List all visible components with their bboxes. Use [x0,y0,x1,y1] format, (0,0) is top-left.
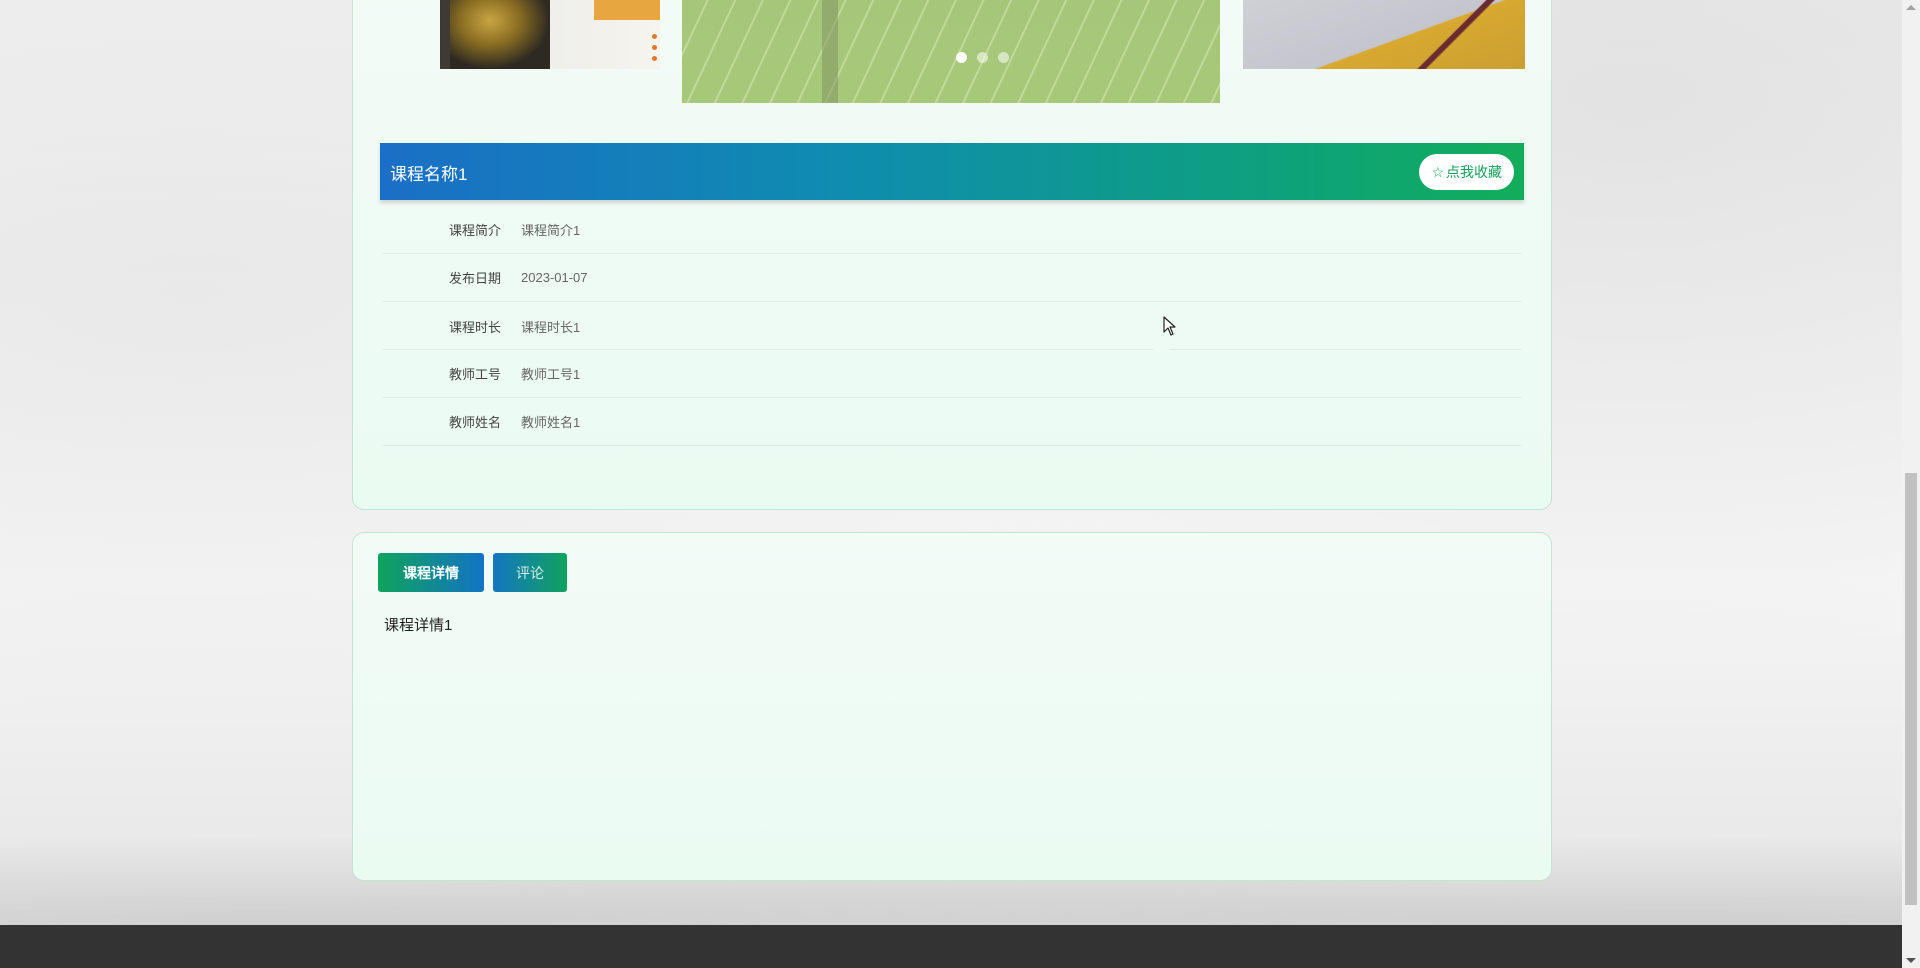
carousel-dot-3[interactable] [998,52,1009,63]
tab-course-detail[interactable]: 课程详情 [378,553,484,592]
info-row-date: 发布日期 2023-01-07 [383,254,1521,302]
carousel-slide-prev[interactable] [440,0,660,69]
scroll-up-arrow-icon[interactable] [1906,5,1916,10]
star-outline-icon: ☆ [1431,163,1444,180]
book-cover-band [594,0,660,20]
info-label: 课程时长 [448,319,501,335]
book-cover-stripe [1385,0,1525,69]
course-header-bar: 课程名称1 ☆ 点我收藏 [380,143,1524,200]
carousel-dot-2[interactable] [977,52,988,63]
mouse-pointer-icon [1163,316,1176,336]
info-row-teacher-id: 教师工号 教师工号1 [383,350,1521,398]
course-detail-content: 课程详情1 [384,617,453,634]
book-spine [822,0,838,103]
carousel-dot-1[interactable] [956,52,967,63]
info-value: 教师姓名1 [521,415,581,430]
info-row-teacher-name: 教师姓名 教师姓名1 [383,398,1521,446]
info-label: 教师工号 [448,367,501,382]
info-value: 课程简介1 [521,223,581,238]
book-cover-art [450,0,550,69]
scrollbar-thumb[interactable] [1905,473,1917,905]
page-footer [0,925,1902,968]
info-value: 2023-01-07 [521,270,588,285]
vertical-scrollbar[interactable] [1902,0,1920,968]
info-row-intro: 课程简介 课程简介1 [383,206,1521,254]
scroll-down-arrow-icon[interactable] [1906,958,1916,963]
info-label: 课程简介 [448,223,501,238]
carousel-slide-next[interactable] [1243,0,1525,69]
detail-tabs: 课程详情 评论 [378,553,567,592]
info-value: 课程时长1 [521,319,581,335]
favorite-button[interactable]: ☆ 点我收藏 [1419,154,1514,190]
favorite-label: 点我收藏 [1446,164,1502,180]
book-cover-dots [652,34,657,67]
course-info-list: 课程简介 课程简介1 发布日期 2023-01-07 课程时长 课程时长1 教师… [383,206,1521,446]
info-label: 发布日期 [448,271,501,286]
course-title: 课程名称1 [390,165,468,184]
carousel-indicators [956,52,1009,63]
info-row-duration: 课程时长 课程时长1 [383,302,1521,350]
carousel-slide-active[interactable] [682,0,1220,103]
tab-comments[interactable]: 评论 [493,553,567,592]
info-label: 教师姓名 [448,415,501,430]
info-value: 教师工号1 [521,367,581,382]
